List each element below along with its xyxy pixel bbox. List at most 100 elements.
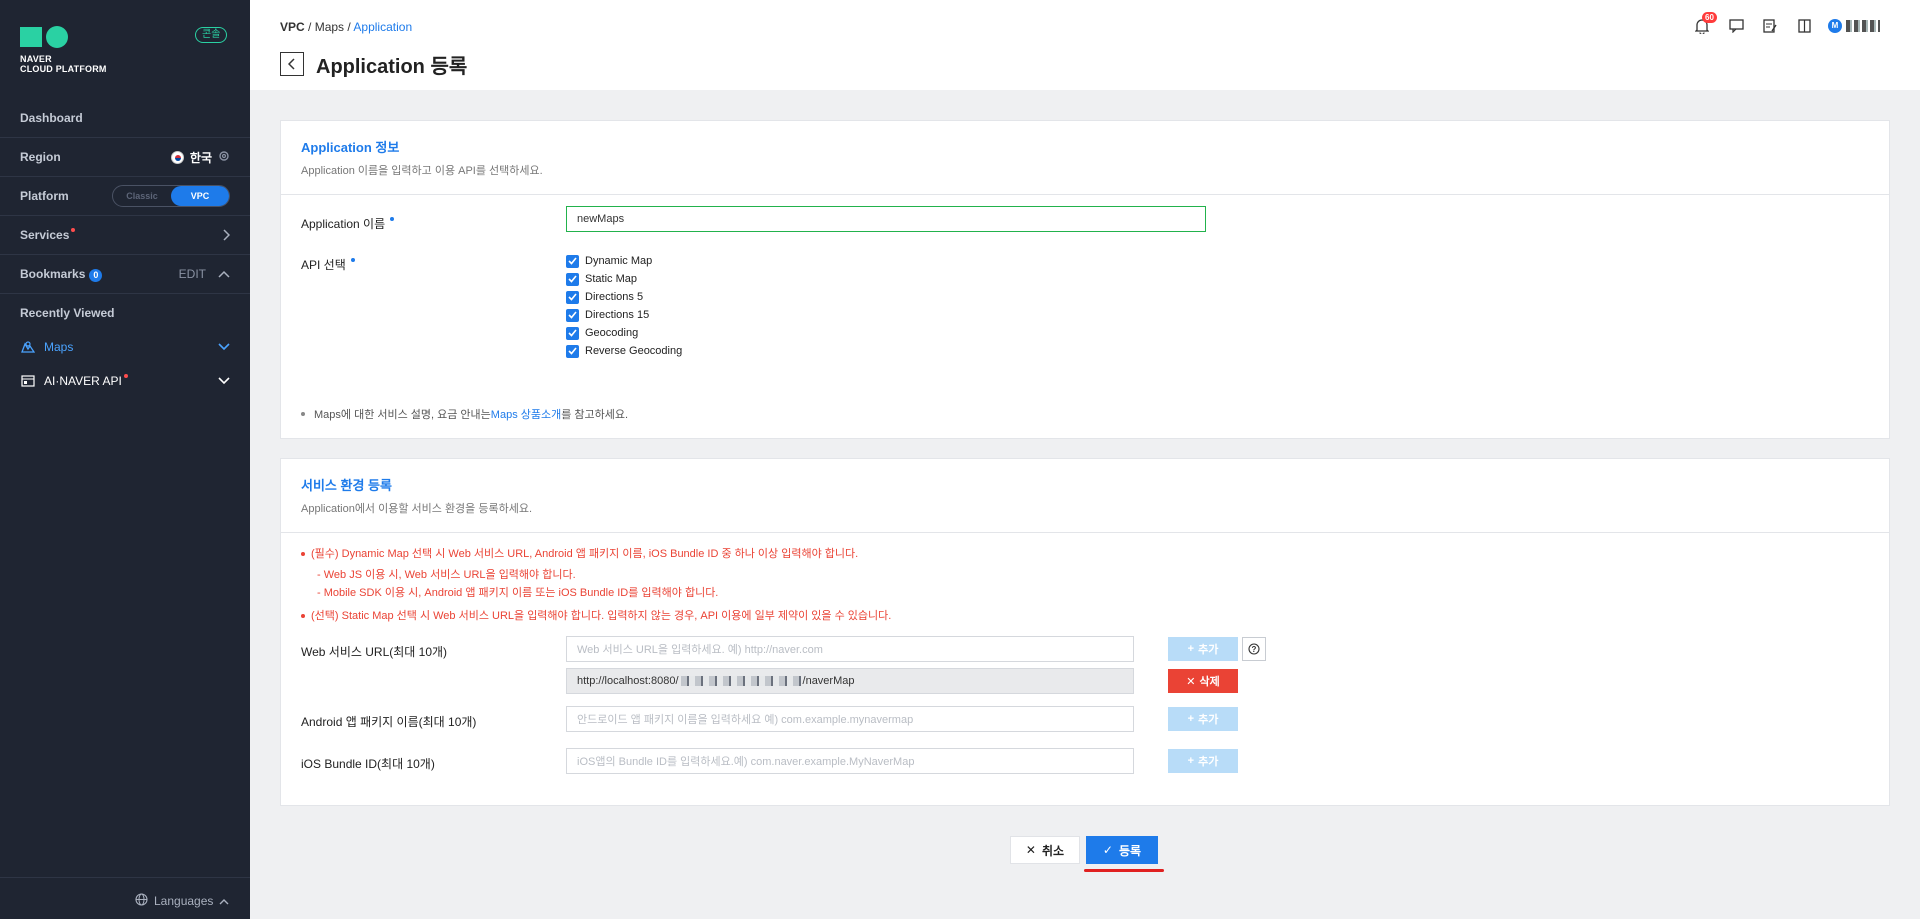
chat-icon[interactable] bbox=[1726, 16, 1746, 36]
recent-item-maps[interactable]: Maps bbox=[0, 332, 250, 362]
add-web-url-button[interactable]: + 추가 bbox=[1168, 637, 1238, 661]
plus-icon: + bbox=[1187, 643, 1195, 655]
api-checkbox-directions-15[interactable]: Directions 15 bbox=[566, 306, 682, 324]
languages-label: Languages bbox=[154, 894, 214, 908]
plus-icon: + bbox=[1187, 755, 1195, 767]
api-checkbox-static-map[interactable]: Static Map bbox=[566, 270, 682, 288]
platform-classic[interactable]: Classic bbox=[113, 191, 171, 201]
console-badge[interactable]: 콘솔 bbox=[195, 27, 228, 43]
checkbox-checked-icon bbox=[566, 344, 579, 358]
web-url-suffix: /naverMap bbox=[802, 675, 855, 687]
submit-button[interactable]: ✓ 등록 bbox=[1086, 836, 1158, 864]
brand-line-2: CLOUD PLATFORM bbox=[20, 64, 107, 74]
web-url-prefix: http://localhost:8080/ bbox=[577, 675, 679, 687]
brand-line-1: NAVER bbox=[20, 54, 52, 64]
redacted-account-name bbox=[1846, 20, 1880, 32]
android-package-label: Android 앱 패키지 이름(최대 10개) bbox=[301, 715, 477, 729]
bell-icon[interactable]: 60 bbox=[1692, 12, 1717, 36]
maps-icon bbox=[20, 339, 36, 355]
recent-item-label: AI·NAVER API bbox=[44, 374, 122, 388]
gear-icon[interactable] bbox=[218, 150, 230, 165]
required-dot-icon bbox=[390, 217, 395, 221]
add-android-package-button[interactable]: + 추가 bbox=[1168, 707, 1238, 731]
api-checkbox-list: Dynamic Map Static Map Directions 5 Dire… bbox=[566, 252, 682, 360]
android-package-input[interactable]: 안드로이드 앱 패키지 이름을 입력하세요 예) com.example.myn… bbox=[566, 706, 1134, 732]
korea-flag-icon bbox=[170, 150, 184, 164]
nav-bookmarks[interactable]: Bookmarks 0 EDIT bbox=[0, 255, 250, 293]
maps-info-note: Maps에 대한 서비스 설명, 요금 안내는 Maps 상품소개 를 참고하세… bbox=[301, 406, 628, 422]
page-title: Application 등록 bbox=[316, 56, 468, 78]
nav-services[interactable]: Services bbox=[0, 216, 250, 254]
chevron-up-icon[interactable] bbox=[218, 267, 230, 281]
cancel-button[interactable]: ✕ 취소 bbox=[1010, 836, 1080, 864]
services-label: Services bbox=[20, 228, 70, 242]
platform-vpc[interactable]: VPC bbox=[171, 186, 229, 206]
recent-item-ai-naver-api[interactable]: AI·NAVER API bbox=[0, 366, 250, 396]
section-title: Application 정보 bbox=[301, 140, 400, 155]
platform-toggle[interactable]: Classic VPC bbox=[112, 185, 230, 207]
avatar: M bbox=[1828, 19, 1842, 33]
ios-bundle-input[interactable]: iOS앱의 Bundle ID를 입력하세요.예) com.naver.exam… bbox=[566, 748, 1134, 774]
breadcrumb-vpc[interactable]: VPC bbox=[280, 20, 305, 34]
new-dot-icon bbox=[123, 374, 128, 378]
region-value[interactable]: 한국 bbox=[190, 149, 212, 166]
web-url-input[interactable]: Web 서비스 URL을 입력하세요. 예) http://naver.com bbox=[566, 636, 1134, 662]
web-js-warning: - Web JS 이용 시, Web 서비스 URL을 입력해야 합니다. bbox=[317, 569, 576, 581]
chevron-down-icon bbox=[218, 374, 230, 388]
api-option-label: Reverse Geocoding bbox=[585, 345, 683, 357]
required-warning: (필수) Dynamic Map 선택 시 Web 서비스 URL, Andro… bbox=[301, 545, 858, 561]
add-ios-bundle-button[interactable]: + 추가 bbox=[1168, 749, 1238, 773]
breadcrumb-maps[interactable]: Maps bbox=[315, 20, 344, 34]
redacted-url-segment bbox=[680, 676, 801, 686]
svg-text:?: ? bbox=[1252, 645, 1257, 654]
naver-cloud-logo[interactable]: NAVER CLOUD PLATFORM bbox=[20, 26, 107, 74]
close-icon: ✕ bbox=[1025, 843, 1036, 857]
chevron-right-icon bbox=[222, 229, 230, 241]
checkbox-checked-icon bbox=[566, 326, 579, 340]
help-button[interactable]: ? bbox=[1242, 637, 1266, 661]
breadcrumb: VPC / Maps / Application bbox=[280, 20, 413, 34]
checkbox-checked-icon bbox=[566, 254, 579, 268]
plus-icon: + bbox=[1187, 713, 1195, 725]
checkbox-checked-icon bbox=[566, 308, 579, 322]
languages-selector[interactable]: Languages bbox=[135, 893, 229, 909]
optional-warning: (선택) Static Map 선택 시 Web 서비스 URL을 입력해야 합… bbox=[301, 607, 891, 623]
web-url-entry: http://localhost:8080/ /naverMap bbox=[566, 668, 1134, 694]
api-option-label: Directions 5 bbox=[585, 291, 644, 303]
chevron-down-icon bbox=[218, 340, 230, 354]
notification-count: 60 bbox=[1702, 12, 1717, 23]
delete-web-url-button[interactable]: ✕ 삭제 bbox=[1168, 669, 1238, 693]
maps-product-link[interactable]: Maps 상품소개 bbox=[491, 406, 561, 422]
api-select-label: API 선택 bbox=[301, 256, 355, 273]
book-icon[interactable] bbox=[1794, 16, 1814, 36]
api-option-label: Static Map bbox=[585, 273, 637, 285]
note-text: 를 참고하세요. bbox=[561, 409, 629, 421]
close-icon: ✕ bbox=[1186, 675, 1196, 688]
api-checkbox-geocoding[interactable]: Geocoding bbox=[566, 324, 682, 342]
api-checkbox-dynamic-map[interactable]: Dynamic Map bbox=[566, 252, 682, 270]
bookmarks-edit-link[interactable]: EDIT bbox=[179, 267, 206, 281]
breadcrumb-application: Application bbox=[353, 20, 413, 34]
edit-note-icon[interactable] bbox=[1760, 16, 1780, 36]
recently-viewed-heading: Recently Viewed bbox=[0, 294, 250, 332]
recently-viewed-label: Recently Viewed bbox=[20, 306, 115, 320]
api-checkbox-reverse-geocoding[interactable]: Reverse Geocoding bbox=[566, 342, 682, 360]
note-text: Maps에 대한 서비스 설명, 요금 안내는 bbox=[314, 409, 491, 421]
check-icon: ✓ bbox=[1102, 843, 1113, 857]
section-description: Application에서 이용할 서비스 환경을 등록하세요. bbox=[301, 503, 533, 515]
back-button[interactable] bbox=[280, 52, 304, 76]
nav-dashboard[interactable]: Dashboard bbox=[0, 99, 250, 137]
account-menu[interactable]: M bbox=[1828, 19, 1880, 33]
divider bbox=[0, 877, 250, 878]
api-option-label: Geocoding bbox=[585, 327, 639, 339]
platform-label: Platform bbox=[20, 189, 69, 203]
section-description: Application 이름을 입력하고 이용 API를 선택하세요. bbox=[301, 165, 543, 177]
nav-region: Region 한국 bbox=[0, 138, 250, 176]
chevron-up-icon bbox=[219, 894, 229, 908]
api-checkbox-directions-5[interactable]: Directions 5 bbox=[566, 288, 682, 306]
bookmarks-label: Bookmarks bbox=[20, 266, 86, 281]
section-title: 서비스 환경 등록 bbox=[301, 478, 392, 493]
app-name-input[interactable]: newMaps bbox=[566, 206, 1206, 232]
question-icon: ? bbox=[1248, 643, 1260, 655]
service-env-panel: 서비스 환경 등록 Application에서 이용할 서비스 환경을 등록하세… bbox=[280, 458, 1890, 806]
